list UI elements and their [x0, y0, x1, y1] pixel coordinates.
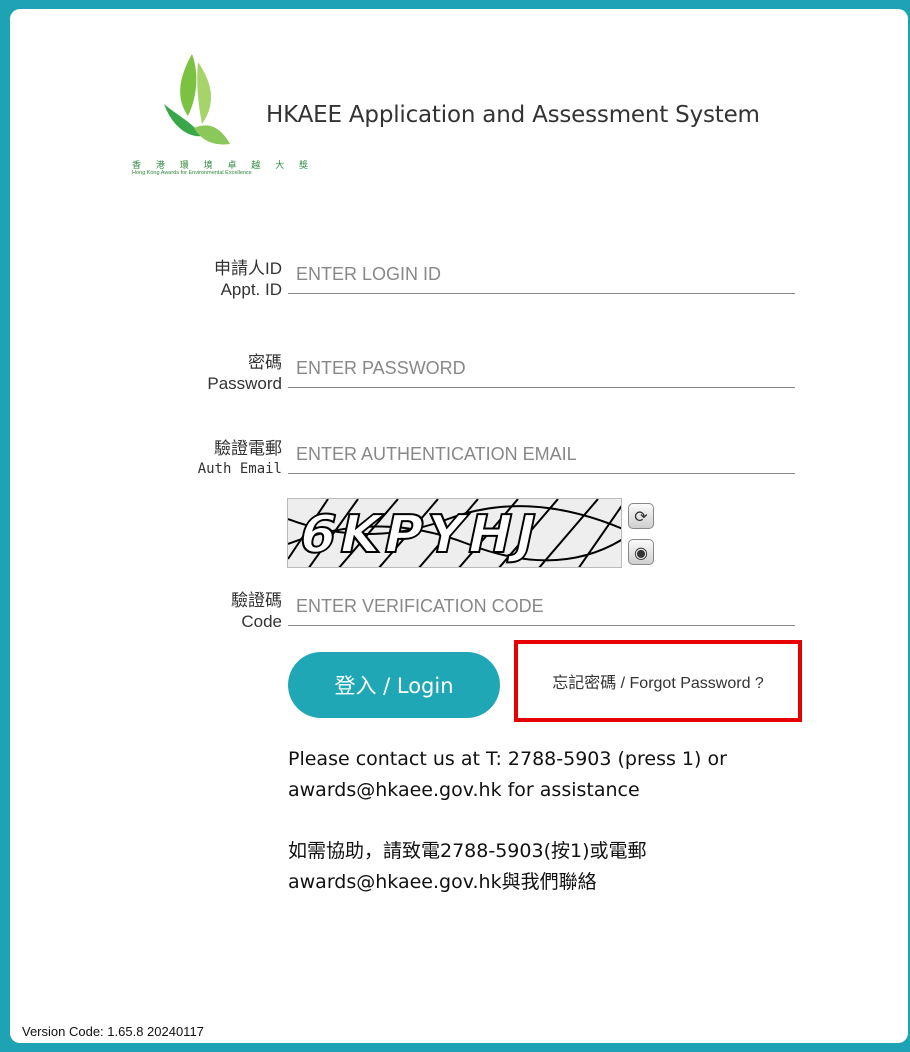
contact-info-cn: 如需協助，請致電2788-5903(按1)或電郵 awards@hkaee.go…: [288, 836, 848, 898]
code-label-en: Code: [241, 612, 282, 631]
auth-email-label-en: Auth Email: [197, 461, 282, 477]
password-label-cn: 密碼: [248, 353, 282, 372]
captcha-audio-button[interactable]: ◉: [628, 539, 654, 565]
page-title: HKAEE Application and Assessment System: [266, 102, 760, 128]
contact-cn-line1: 如需協助，請致電2788-5903(按1)或電郵: [288, 840, 647, 862]
captcha-image: 6KPYHJ: [287, 498, 622, 568]
verification-code-input[interactable]: [288, 588, 795, 626]
logo-english-text: Hong Kong Awards for Environmental Excel…: [132, 170, 252, 176]
refresh-icon: ⟳: [634, 506, 648, 526]
login-button[interactable]: 登入 / Login: [288, 652, 500, 718]
leaf-logo-icon: [164, 54, 230, 145]
forgot-password-highlight: 忘記密碼 / Forgot Password ?: [514, 640, 802, 722]
version-code: Version Code: 1.65.8 20240117: [22, 1024, 204, 1039]
contact-en-line1: Please contact us at T: 2788-5903 (press…: [288, 748, 727, 770]
audio-icon: ◉: [634, 542, 648, 562]
auth-email-input[interactable]: [288, 436, 795, 474]
login-id-input[interactable]: [288, 256, 795, 294]
password-label-en: Password: [207, 374, 282, 393]
forgot-password-link[interactable]: 忘記密碼 / Forgot Password ?: [552, 669, 764, 693]
auth-email-label-cn: 驗證電郵: [214, 439, 282, 458]
password-input[interactable]: [288, 350, 795, 388]
contact-en-line2: awards@hkaee.gov.hk for assistance: [288, 779, 640, 801]
code-label-cn: 驗證碼: [231, 591, 282, 610]
contact-cn-line2: awards@hkaee.gov.hk與我們聯絡: [288, 871, 597, 893]
login-id-label-cn: 申請人ID: [214, 259, 282, 278]
contact-info-en: Please contact us at T: 2788-5903 (press…: [288, 744, 848, 806]
hkaee-logo: 香 港 環 境 卓 越 大 獎 Hong Kong Awards for Env…: [118, 54, 308, 178]
captcha-refresh-button[interactable]: ⟳: [628, 503, 654, 529]
captcha-text: 6KPYHJ: [293, 504, 547, 566]
login-id-label-en: Appt. ID: [220, 280, 282, 299]
